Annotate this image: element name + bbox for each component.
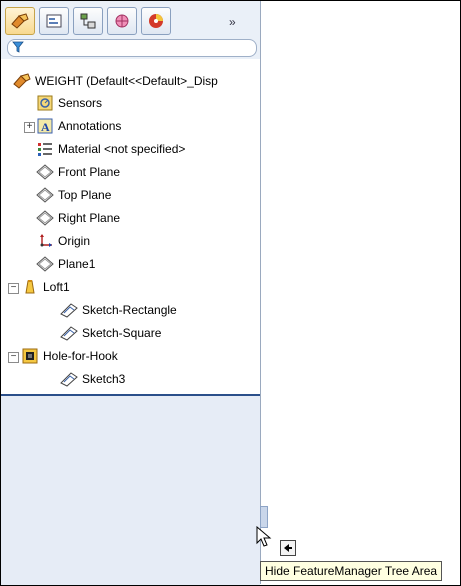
display-manager-icon — [149, 14, 163, 28]
collapse-toggle[interactable]: − — [8, 352, 19, 363]
hide-tree-button[interactable] — [280, 540, 296, 556]
collapse-toggle[interactable]: − — [8, 283, 19, 294]
tree-item-hole-for-hook[interactable]: Hole-for-Hook — [21, 345, 118, 367]
sketch-icon — [60, 301, 78, 319]
more-tabs-chevron[interactable]: » — [229, 15, 236, 29]
dimxpert-icon — [115, 14, 129, 28]
tree-item-plane1[interactable]: Plane1 — [36, 253, 95, 275]
annotations-icon: A — [36, 117, 54, 135]
featuremanager-tab[interactable] — [5, 7, 35, 35]
display-manager-tab[interactable] — [141, 7, 171, 35]
configurationmanager-tab[interactable] — [73, 7, 103, 35]
origin-icon — [36, 232, 54, 250]
tree-item-label: Sketch-Square — [82, 326, 162, 340]
arrow-left-icon — [284, 544, 292, 552]
configurationmanager-icon — [80, 13, 96, 29]
panel-splitter-handle[interactable] — [260, 506, 268, 528]
loft-icon — [21, 278, 39, 296]
material-icon — [36, 140, 54, 158]
tree-item-sensors[interactable]: Sensors — [36, 92, 102, 114]
tree-item-label: Hole-for-Hook — [43, 349, 118, 363]
tree-item-label: Sketch-Rectangle — [82, 303, 177, 317]
featuremanager-panel: » WEIGHT (Default<<Default>_Disp Sensors… — [1, 1, 261, 585]
tree-filter[interactable] — [7, 39, 257, 57]
tree-item-label: Origin — [58, 234, 91, 248]
svg-text:A: A — [41, 120, 50, 134]
filter-icon — [12, 41, 24, 53]
tree-root[interactable]: WEIGHT (Default<<Default>_Disp — [13, 70, 218, 92]
plane-icon — [36, 209, 54, 227]
expand-toggle[interactable]: + — [24, 122, 35, 133]
tree-item-label: Loft1 — [43, 280, 70, 294]
sketch-icon — [60, 370, 78, 388]
featuremanager-icon — [11, 13, 29, 29]
dimxpert-tab[interactable] — [107, 7, 137, 35]
tree-item-origin[interactable]: Origin — [36, 230, 90, 252]
tree-item-label: Right Plane — [58, 211, 121, 225]
lower-pane — [1, 396, 260, 585]
tree-item-label: Sensors — [58, 96, 103, 110]
manager-tabs — [5, 7, 171, 37]
tree-item-loft1[interactable]: Loft1 — [21, 276, 70, 298]
tree-item-material[interactable]: Material <not specified> — [36, 138, 185, 160]
plane-icon — [36, 186, 54, 204]
tree-item-label: Material <not specified> — [58, 142, 186, 156]
hole-icon — [21, 347, 39, 365]
tree-item-top-plane[interactable]: Top Plane — [36, 184, 111, 206]
tree-item-annotations[interactable]: A Annotations — [36, 115, 121, 137]
tree-item-front-plane[interactable]: Front Plane — [36, 161, 120, 183]
tree-item-label: Top Plane — [58, 188, 112, 202]
sensors-icon — [36, 94, 54, 112]
tree-item-sketch-square[interactable]: Sketch-Square — [60, 322, 161, 344]
plane-icon — [36, 163, 54, 181]
plane-icon — [36, 255, 54, 273]
tree-root-label: WEIGHT (Default<<Default>_Disp — [35, 74, 218, 88]
propertymanager-tab[interactable] — [39, 7, 69, 35]
tree-item-sketch3[interactable]: Sketch3 — [60, 368, 125, 390]
tree-item-label: Front Plane — [58, 165, 121, 179]
sketch-icon — [60, 324, 78, 342]
tree-item-label: Sketch3 — [82, 372, 126, 386]
tooltip: Hide FeatureManager Tree Area — [260, 561, 443, 581]
tree-item-sketch-rectangle[interactable]: Sketch-Rectangle — [60, 299, 177, 321]
feature-tree: WEIGHT (Default<<Default>_Disp Sensors +… — [1, 59, 260, 394]
tree-item-label: Plane1 — [58, 257, 96, 271]
propertymanager-icon — [46, 14, 62, 28]
part-icon — [13, 72, 31, 90]
mouse-cursor-icon — [256, 526, 272, 547]
tree-item-right-plane[interactable]: Right Plane — [36, 207, 120, 229]
tree-item-label: Annotations — [58, 119, 122, 133]
